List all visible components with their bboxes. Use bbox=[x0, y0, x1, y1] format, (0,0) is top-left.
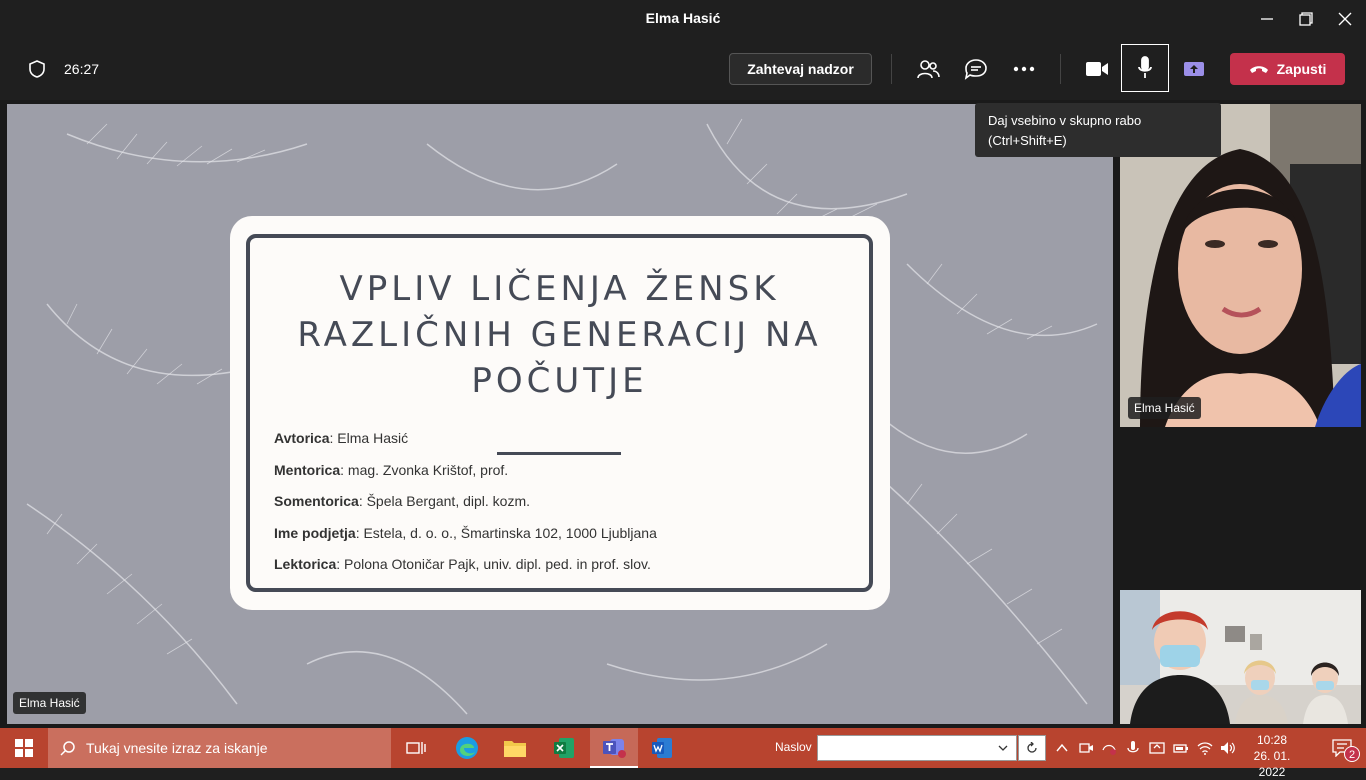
chat-icon bbox=[964, 59, 987, 80]
title-card: VPLIV LIČENJA ŽENSK RAZLIČNIH GENERACIJ … bbox=[230, 216, 890, 610]
microphone-button[interactable] bbox=[1121, 44, 1169, 92]
credit-row: Avtorica: Elma Hasić bbox=[274, 428, 657, 460]
refresh-button[interactable] bbox=[1018, 735, 1046, 761]
camera-button[interactable] bbox=[1082, 55, 1112, 83]
windows-taskbar: Tukaj vnesite izraz za iskanje Naslov 10… bbox=[0, 728, 1366, 779]
microphone-icon bbox=[1138, 56, 1152, 78]
credit-label: Mentorica bbox=[274, 461, 341, 478]
title-bar: Elma Hasić bbox=[0, 0, 1366, 38]
credit-label: Ime podjetja bbox=[274, 524, 356, 541]
presenter-name-tag: Elma Hasić bbox=[13, 692, 86, 714]
refresh-icon bbox=[1027, 742, 1037, 753]
share-tooltip: Daj vsebino v skupno rabo (Ctrl+Shift+E) bbox=[975, 103, 1221, 157]
notifications-button[interactable]: 2 bbox=[1318, 728, 1366, 768]
credit-value: : mag. Zvonka Krištof, prof. bbox=[340, 461, 509, 478]
camera-icon bbox=[1086, 62, 1108, 76]
microphone-tray-icon[interactable] bbox=[1125, 740, 1141, 756]
taskbar-search[interactable]: Tukaj vnesite izraz za iskanje bbox=[48, 728, 391, 768]
tooltip-shortcut: (Ctrl+Shift+E) bbox=[988, 133, 1067, 148]
search-icon bbox=[60, 741, 75, 756]
remote-tray-icon[interactable] bbox=[1149, 740, 1165, 756]
credit-value: : Elma Hasić bbox=[329, 430, 409, 446]
address-toolbar-label: Naslov bbox=[775, 740, 812, 754]
slide-title: VPLIV LIČENJA ŽENSK RAZLIČNIH GENERACIJ … bbox=[250, 266, 869, 404]
slide-title-line: RAZLIČNIH GENERACIJ NA bbox=[297, 315, 822, 355]
volume-icon[interactable] bbox=[1220, 740, 1236, 756]
close-icon bbox=[1338, 12, 1352, 26]
leave-button[interactable]: Zapusti bbox=[1230, 53, 1345, 85]
camera-tray-icon[interactable] bbox=[1078, 740, 1094, 756]
task-view-button[interactable] bbox=[392, 728, 440, 768]
chevron-up-icon[interactable] bbox=[1054, 740, 1070, 756]
share-content-button[interactable] bbox=[1179, 55, 1209, 83]
windows-icon bbox=[15, 739, 33, 757]
start-button[interactable] bbox=[0, 728, 48, 768]
participants-button[interactable] bbox=[913, 55, 943, 83]
search-placeholder: Tukaj vnesite izraz za iskanje bbox=[86, 740, 268, 756]
credit-label: Lektorica bbox=[274, 556, 337, 572]
tooltip-line: Daj vsebino v skupno rabo bbox=[988, 113, 1142, 128]
credit-value: : Estela, d. o. o., Šmartinska 102, 1000… bbox=[355, 524, 657, 541]
word-icon bbox=[652, 738, 672, 758]
task-view-icon bbox=[406, 742, 426, 754]
title-card-frame: VPLIV LIČENJA ŽENSK RAZLIČNIH GENERACIJ … bbox=[246, 234, 873, 592]
system-clock[interactable]: 10:28 26. 01. 2022 bbox=[1240, 732, 1304, 780]
clock-date: 26. 01. 2022 bbox=[1253, 749, 1291, 779]
edge-button[interactable] bbox=[443, 728, 491, 768]
slide-title-line: POČUTJE bbox=[471, 361, 648, 401]
room-video-feed bbox=[1120, 590, 1361, 724]
shared-slide: VPLIV LIČENJA ŽENSK RAZLIČNIH GENERACIJ … bbox=[7, 104, 1113, 724]
teams-button[interactable] bbox=[590, 728, 638, 768]
request-control-button[interactable]: Zahtevaj nadzor bbox=[729, 53, 872, 85]
credit-value: : Špela Bergant, dipl. kozm. bbox=[358, 493, 531, 509]
toolbar-divider bbox=[891, 54, 892, 84]
meeting-timer: 26:27 bbox=[64, 61, 100, 77]
network-tray-icon[interactable] bbox=[1101, 740, 1117, 756]
close-button[interactable] bbox=[1322, 0, 1366, 38]
excel-icon bbox=[554, 738, 574, 758]
teams-icon bbox=[603, 739, 626, 758]
participant-name-tag: Elma Hasić bbox=[1128, 397, 1201, 419]
notification-count-badge: 2 bbox=[1344, 746, 1360, 762]
more-options-button[interactable] bbox=[1009, 55, 1039, 83]
folder-icon bbox=[504, 741, 526, 757]
clock-time: 10:28 bbox=[1256, 733, 1288, 747]
wifi-icon[interactable] bbox=[1197, 740, 1213, 756]
room-video[interactable] bbox=[1120, 590, 1361, 724]
hangup-icon bbox=[1249, 66, 1268, 73]
credit-label: Somentorica bbox=[274, 493, 359, 509]
credit-label: Avtorica bbox=[274, 430, 330, 446]
credit-row: Mentorica: mag. Zvonka Krištof, prof. bbox=[274, 460, 657, 492]
credit-row: Somentorica: Špela Bergant, dipl. kozm. bbox=[274, 491, 657, 523]
more-icon bbox=[1013, 66, 1035, 72]
leave-label: Zapusti bbox=[1276, 61, 1327, 77]
word-button[interactable] bbox=[638, 728, 686, 768]
credit-row: Lektorica: Polona Otoničar Pajk, univ. d… bbox=[274, 554, 657, 586]
window-title: Elma Hasić bbox=[645, 10, 721, 26]
file-explorer-button[interactable] bbox=[491, 728, 539, 768]
credit-row: Ime podjetja: Estela, d. o. o., Šmartins… bbox=[274, 523, 657, 555]
credits-list: Avtorica: Elma Hasić Mentorica: mag. Zvo… bbox=[274, 428, 657, 586]
chevron-down-icon bbox=[998, 745, 1008, 751]
toolbar-divider bbox=[1060, 54, 1061, 84]
minimize-icon bbox=[1261, 18, 1273, 20]
battery-icon[interactable] bbox=[1173, 740, 1189, 756]
credit-value: : Polona Otoničar Pajk, univ. dipl. ped.… bbox=[336, 556, 651, 572]
address-toolbar-input[interactable] bbox=[817, 735, 1017, 761]
restore-icon bbox=[1299, 12, 1313, 26]
slide-title-line: VPLIV LIČENJA ŽENSK bbox=[339, 269, 780, 309]
chat-button[interactable] bbox=[961, 55, 991, 83]
excel-button[interactable] bbox=[540, 728, 588, 768]
share-icon bbox=[1184, 62, 1204, 76]
people-icon bbox=[917, 60, 940, 79]
shield-icon bbox=[26, 58, 48, 80]
edge-icon bbox=[456, 737, 478, 759]
